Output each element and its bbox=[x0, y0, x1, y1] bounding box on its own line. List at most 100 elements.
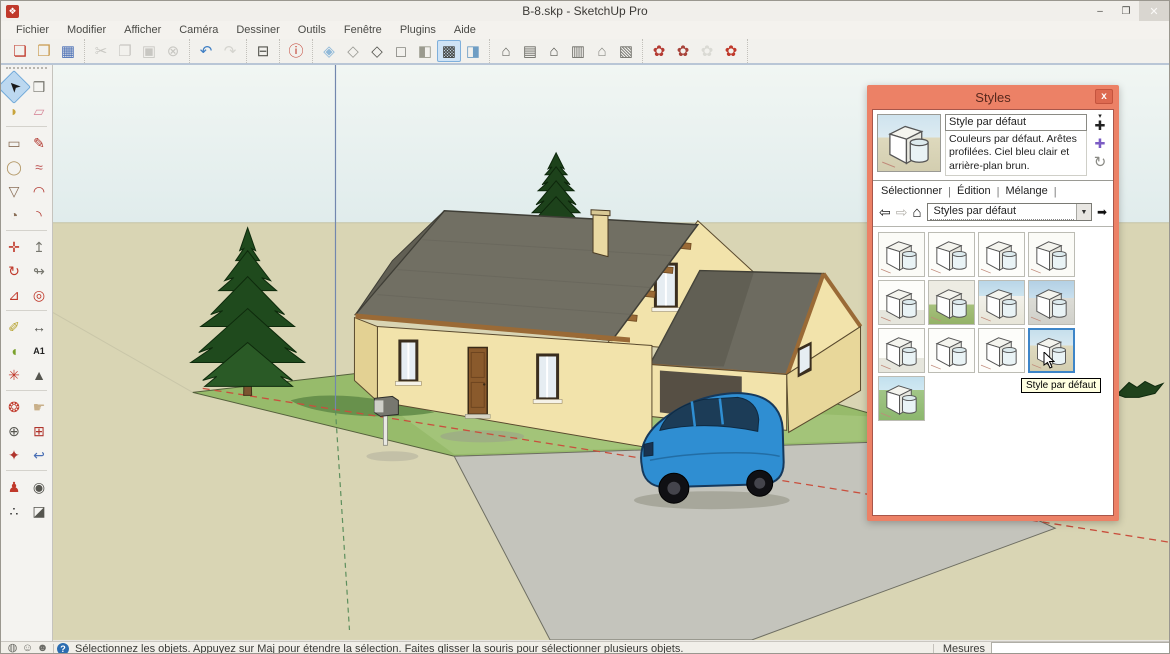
xray-style-button[interactable]: ◈ bbox=[317, 40, 341, 62]
rectangle-tool[interactable]: ▭ bbox=[2, 131, 26, 155]
zoom-extents-tool[interactable]: ✦ bbox=[2, 443, 26, 467]
section-plane-tool[interactable]: ◪ bbox=[27, 499, 51, 523]
geolocation-icon[interactable]: ◍ bbox=[5, 642, 20, 654]
undo-button[interactable]: ↶ bbox=[194, 40, 218, 62]
look-around-tool[interactable]: ◉ bbox=[27, 475, 51, 499]
component-attributes-button[interactable]: ✿ bbox=[695, 40, 719, 62]
style-name-field[interactable]: Style par défaut bbox=[945, 114, 1087, 131]
component-options-button[interactable]: ✿ bbox=[671, 40, 695, 62]
hidden-line-style-button[interactable]: ◻ bbox=[389, 40, 413, 62]
scale-tool[interactable]: ⊿ bbox=[2, 283, 26, 307]
three-d-text-tool[interactable]: ▲ bbox=[27, 363, 51, 387]
styles-panel-titlebar[interactable]: Styles x bbox=[872, 85, 1114, 109]
text-tool[interactable]: A1 bbox=[27, 339, 51, 363]
create-style-button[interactable]: ▾ ✚ bbox=[1095, 113, 1106, 132]
component-exchange-button[interactable]: ✿ bbox=[719, 40, 743, 62]
iso-view-button[interactable]: ⌂ bbox=[494, 40, 518, 62]
arc-tool[interactable]: ◠ bbox=[27, 179, 51, 203]
menu-item-fenetre[interactable]: Fenêtre bbox=[335, 24, 391, 36]
style-thumbnail-9[interactable] bbox=[878, 328, 925, 374]
menu-item-modifier[interactable]: Modifier bbox=[58, 24, 115, 36]
close-button[interactable]: ✕ bbox=[1139, 1, 1169, 21]
redo-button[interactable]: ↷ bbox=[218, 40, 242, 62]
interact-component-button[interactable]: ✿ bbox=[647, 40, 671, 62]
style-thumbnail-7[interactable] bbox=[978, 280, 1025, 326]
styles-panel-close-button[interactable]: x bbox=[1095, 89, 1113, 104]
style-thumbnail-3[interactable] bbox=[978, 232, 1025, 278]
print-button[interactable]: ⊟ bbox=[251, 40, 275, 62]
zoom-tool[interactable]: ⊕ bbox=[2, 419, 26, 443]
style-thumbnail-6[interactable] bbox=[928, 280, 975, 326]
back-view-button[interactable]: ⌂ bbox=[590, 40, 614, 62]
view-options-button[interactable]: ➡ bbox=[1097, 206, 1107, 218]
measurements-input[interactable] bbox=[991, 642, 1169, 653]
left-view-button[interactable]: ▧ bbox=[614, 40, 638, 62]
rotate-tool[interactable]: ↻ bbox=[2, 259, 26, 283]
dimension-tool[interactable]: ↔ bbox=[27, 315, 51, 339]
nav-forward-button[interactable]: ⇨ bbox=[896, 205, 908, 219]
style-thumbnail-11[interactable] bbox=[978, 328, 1025, 374]
menu-item-fichier[interactable]: Fichier bbox=[7, 24, 58, 36]
nav-home-button[interactable]: ⌂ bbox=[912, 205, 921, 220]
new-file-button[interactable]: ❏ bbox=[8, 40, 32, 62]
copy-button[interactable]: ❐ bbox=[113, 40, 137, 62]
move-tool[interactable]: ✛ bbox=[2, 235, 26, 259]
menu-item-outils[interactable]: Outils bbox=[289, 24, 335, 36]
save-button[interactable]: ▦ bbox=[56, 40, 80, 62]
style-thumbnail-2[interactable] bbox=[928, 232, 975, 278]
pie-tool[interactable]: ◔ bbox=[2, 203, 26, 227]
refresh-styles-button[interactable]: ↻ bbox=[1094, 155, 1107, 170]
axes-tool[interactable]: ✳ bbox=[2, 363, 26, 387]
tab-edition[interactable]: Édition bbox=[955, 185, 997, 199]
style-thumbnail-1[interactable] bbox=[878, 232, 925, 278]
freehand-tool[interactable]: ≈ bbox=[27, 155, 51, 179]
sign-in-icon[interactable]: ☻ bbox=[35, 642, 50, 654]
menu-item-afficher[interactable]: Afficher bbox=[115, 24, 170, 36]
shaded-style-button[interactable]: ◧ bbox=[413, 40, 437, 62]
style-thumbnail-5[interactable] bbox=[878, 280, 925, 326]
style-thumbnail-4[interactable] bbox=[1028, 232, 1075, 278]
tab-selectionner[interactable]: Sélectionner bbox=[879, 185, 948, 199]
monochrome-style-button[interactable]: ◨ bbox=[461, 40, 485, 62]
model-info-button[interactable]: ⓘ bbox=[284, 40, 308, 62]
restore-button[interactable]: ❐ bbox=[1113, 1, 1139, 21]
style-thumbnail-10[interactable] bbox=[928, 328, 975, 374]
model-viewport[interactable]: Styles x Style par défaut Couleurs par d… bbox=[53, 65, 1169, 641]
zoom-window-tool[interactable]: ⊞ bbox=[27, 419, 51, 443]
protractor-tool[interactable]: ◖ bbox=[2, 339, 26, 363]
push-pull-tool[interactable]: ↥ bbox=[27, 235, 51, 259]
tab-melange[interactable]: Mélange bbox=[1004, 185, 1054, 199]
paste-button[interactable]: ▣ bbox=[137, 40, 161, 62]
pan-tool[interactable]: ☛ bbox=[27, 395, 51, 419]
credits-icon[interactable]: ☺ bbox=[20, 642, 35, 654]
eraser-tool[interactable]: ▱ bbox=[27, 99, 51, 123]
menu-item-camera[interactable]: Caméra bbox=[170, 24, 227, 36]
cut-button[interactable]: ✂ bbox=[89, 40, 113, 62]
menu-item-dessiner[interactable]: Dessiner bbox=[227, 24, 288, 36]
update-style-button[interactable]: ✚ bbox=[1095, 137, 1106, 150]
walk-tool[interactable]: ∴ bbox=[2, 499, 26, 523]
erase-button[interactable]: ⊗ bbox=[161, 40, 185, 62]
style-thumbnail-12[interactable] bbox=[1028, 328, 1075, 374]
minimize-button[interactable]: – bbox=[1087, 1, 1113, 21]
offset-tool[interactable]: ◎ bbox=[27, 283, 51, 307]
style-thumbnail-13[interactable] bbox=[878, 376, 925, 422]
front-view-button[interactable]: ⌂ bbox=[542, 40, 566, 62]
top-view-button[interactable]: ▤ bbox=[518, 40, 542, 62]
line-tool[interactable]: ✎ bbox=[27, 131, 51, 155]
previous-view-tool[interactable]: ↩ bbox=[27, 443, 51, 467]
orbit-tool[interactable]: ❂ bbox=[2, 395, 26, 419]
style-thumbnail-8[interactable] bbox=[1028, 280, 1075, 326]
styles-collection-dropdown[interactable]: Styles par défaut ▼ bbox=[926, 203, 1092, 222]
back-edges-style-button[interactable]: ◇ bbox=[341, 40, 365, 62]
polygon-tool[interactable]: ▽ bbox=[2, 179, 26, 203]
follow-me-tool[interactable]: ↬ bbox=[27, 259, 51, 283]
circle-tool[interactable]: ◯ bbox=[2, 155, 26, 179]
right-view-button[interactable]: ▥ bbox=[566, 40, 590, 62]
two-point-arc-tool[interactable]: ◝ bbox=[27, 203, 51, 227]
dropdown-arrow-icon[interactable]: ▼ bbox=[1075, 204, 1091, 221]
menu-item-aide[interactable]: Aide bbox=[445, 24, 485, 36]
position-camera-tool[interactable]: ♟ bbox=[2, 475, 26, 499]
style-description-field[interactable]: Couleurs par défaut. Arêtes profilées. C… bbox=[945, 131, 1087, 177]
open-file-button[interactable]: ❒ bbox=[32, 40, 56, 62]
